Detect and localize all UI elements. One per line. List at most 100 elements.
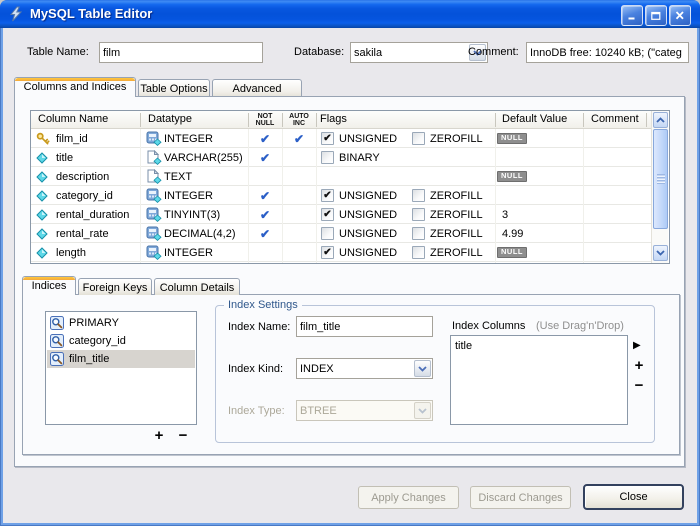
col-header-column-name[interactable]: Column Name — [38, 113, 108, 125]
datatype-cell[interactable]: INTEGER — [164, 243, 213, 262]
not-null-check-icon[interactable]: ✔ — [258, 205, 272, 224]
tab-columns-and-indices[interactable]: Columns and Indices — [14, 77, 136, 97]
tab-advanced-options[interactable]: Advanced Options — [212, 79, 302, 97]
index-kind-select[interactable]: INDEX — [296, 358, 433, 379]
flag-checkbox-zerofill[interactable] — [412, 186, 425, 205]
flag-label-binary: BINARY — [339, 148, 380, 167]
flag-label-zerofill: ZEROFILL — [430, 243, 483, 262]
flag-label-unsigned: UNSIGNED — [339, 186, 397, 205]
column-name-cell[interactable]: length — [56, 243, 86, 262]
add-index-button[interactable]: + — [150, 428, 168, 444]
unsigned-checkbox[interactable]: ✔ — [321, 189, 334, 202]
column-name-cell[interactable]: rental_rate — [56, 224, 109, 243]
index-kind-dropdown-button[interactable] — [414, 360, 431, 377]
flag-checkbox-unsigned[interactable] — [321, 224, 334, 243]
col-header-default-value[interactable]: Default Value — [502, 113, 567, 125]
table-row[interactable]: film_idINTEGER✔✔✔UNSIGNEDZEROFILLNULL — [31, 129, 652, 148]
flag-checkbox-unsigned[interactable]: ✔ — [321, 243, 334, 262]
flag-checkbox-unsigned[interactable]: ✔ — [321, 186, 334, 205]
default-value-cell[interactable]: NULL — [497, 129, 527, 148]
zerofill-checkbox[interactable] — [412, 132, 425, 145]
tab-indices[interactable]: Indices — [22, 276, 76, 295]
default-value-cell[interactable]: 4.99 — [502, 224, 523, 243]
titlebar[interactable]: MySQL Table Editor — [0, 0, 700, 28]
index-name-input[interactable] — [296, 316, 433, 337]
add-index-column-button[interactable]: + — [631, 358, 647, 374]
minimize-button[interactable] — [621, 5, 643, 26]
tab-foreign-keys[interactable]: Foreign Keys — [78, 278, 152, 295]
move-index-column-button[interactable]: ▶ — [633, 340, 641, 351]
grid-column-guide — [316, 129, 317, 263]
not-null-check-icon[interactable]: ✔ — [258, 148, 272, 167]
scrollbar-thumb[interactable] — [653, 129, 668, 229]
default-value-cell[interactable]: NULL — [497, 243, 527, 262]
column-name-cell[interactable]: category_id — [56, 186, 113, 205]
datatype-cell[interactable]: TEXT — [164, 167, 192, 186]
zerofill-checkbox[interactable] — [412, 227, 425, 240]
table-name-input[interactable] — [99, 42, 263, 63]
auto-inc-check-icon[interactable]: ✔ — [292, 129, 306, 148]
flag-checkbox-binary[interactable] — [321, 148, 334, 167]
unsigned-checkbox[interactable]: ✔ — [321, 208, 334, 221]
datatype-cell[interactable]: INTEGER — [164, 186, 213, 205]
flag-checkbox-zerofill[interactable] — [412, 129, 425, 148]
maximize-button[interactable] — [645, 5, 667, 26]
remove-index-column-button[interactable]: − — [631, 378, 647, 394]
grid-vertical-scrollbar[interactable] — [651, 111, 668, 263]
index-list-item-film_title[interactable]: film_title — [47, 350, 195, 368]
scroll-down-button[interactable] — [653, 245, 668, 261]
zerofill-checkbox[interactable] — [412, 208, 425, 221]
unsigned-checkbox[interactable] — [321, 227, 334, 240]
discard-changes-button[interactable]: Discard Changes — [470, 486, 571, 509]
table-row[interactable]: rental_durationTINYINT(3)✔✔UNSIGNEDZEROF… — [31, 205, 652, 224]
index-kind-selected-value: INDEX — [297, 363, 413, 375]
index-list[interactable]: PRIMARYcategory_idfilm_title — [45, 311, 197, 425]
apply-changes-button[interactable]: Apply Changes — [358, 486, 459, 509]
tab-column-details[interactable]: Column Details — [154, 278, 240, 295]
zerofill-checkbox[interactable] — [412, 189, 425, 202]
flag-checkbox-unsigned[interactable]: ✔ — [321, 129, 334, 148]
table-row[interactable]: lengthINTEGER✔UNSIGNEDZEROFILLNULL — [31, 243, 652, 262]
column-name-cell[interactable]: title — [56, 148, 73, 167]
table-row[interactable]: rental_rateDECIMAL(4,2)✔UNSIGNEDZEROFILL… — [31, 224, 652, 243]
unsigned-checkbox[interactable]: ✔ — [321, 132, 334, 145]
datatype-cell[interactable]: TINYINT(3) — [164, 205, 220, 224]
datatype-cell[interactable]: INTEGER — [164, 129, 213, 148]
table-row[interactable]: category_idINTEGER✔✔UNSIGNEDZEROFILL — [31, 186, 652, 205]
not-null-check-icon[interactable]: ✔ — [258, 186, 272, 205]
scroll-up-button[interactable] — [653, 112, 668, 128]
not-null-check-icon[interactable]: ✔ — [258, 129, 272, 148]
flag-checkbox-zerofill[interactable] — [412, 205, 425, 224]
index-columns-list[interactable]: title — [450, 335, 628, 425]
datatype-cell[interactable]: VARCHAR(255) — [164, 148, 243, 167]
binary-checkbox[interactable] — [321, 151, 334, 164]
flag-checkbox-unsigned[interactable]: ✔ — [321, 205, 334, 224]
not-null-check-icon[interactable]: ✔ — [258, 224, 272, 243]
default-value-cell[interactable]: 3 — [502, 205, 508, 224]
zerofill-checkbox[interactable] — [412, 246, 425, 259]
col-header-comment[interactable]: Comment — [591, 113, 639, 125]
flag-checkbox-zerofill[interactable] — [412, 243, 425, 262]
flag-checkbox-zerofill[interactable] — [412, 224, 425, 243]
table-row[interactable]: description TEXT NULL — [31, 167, 652, 186]
comment-input[interactable] — [526, 42, 689, 63]
col-header-auto-inc[interactable]: AUTOINC — [282, 113, 316, 127]
column-name-cell[interactable]: description — [56, 167, 109, 186]
index-column-item-title[interactable]: title — [452, 338, 626, 354]
remove-index-button[interactable]: − — [174, 428, 192, 444]
close-dialog-button[interactable]: Close — [583, 484, 684, 510]
unsigned-checkbox[interactable]: ✔ — [321, 246, 334, 259]
index-list-item-primary[interactable]: PRIMARY — [47, 314, 195, 332]
datatype-cell[interactable]: DECIMAL(4,2) — [164, 224, 236, 243]
col-header-not-null[interactable]: NOTNULL — [248, 113, 282, 127]
close-button[interactable] — [669, 5, 691, 26]
default-value-cell[interactable]: NULL — [497, 167, 527, 186]
table-row[interactable]: title VARCHAR(255) ✔ BINARY — [31, 148, 652, 167]
grid-header-row[interactable]: Column Name Datatype NOTNULL AUTOINC Fla… — [31, 111, 652, 129]
col-header-datatype[interactable]: Datatype — [148, 113, 192, 125]
column-name-cell[interactable]: rental_duration — [56, 205, 129, 224]
tab-table-options[interactable]: Table Options — [138, 79, 210, 97]
column-name-cell[interactable]: film_id — [56, 129, 88, 148]
col-header-flags[interactable]: Flags — [320, 113, 347, 125]
index-list-item-category_id[interactable]: category_id — [47, 332, 195, 350]
